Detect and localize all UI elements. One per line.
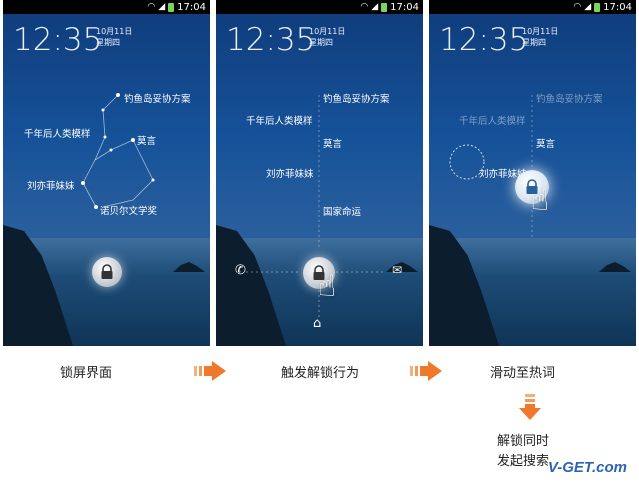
hotword[interactable]: 千年后人类模样: [459, 113, 526, 127]
result-line-1: 解锁同时: [497, 434, 550, 449]
phone-screen-lock: ◠ ◢ 17:04 12:35 10月11日 星期四 钓鱼岛妥协方案 千年后人类…: [3, 0, 210, 346]
message-icon[interactable]: ✉: [392, 263, 402, 277]
hotword[interactable]: 刘亦菲妹妹: [27, 178, 75, 192]
phone-icon[interactable]: ✆: [235, 263, 246, 278]
hotword[interactable]: 莫言: [137, 133, 156, 147]
caption-step-2: 触发解锁行为: [281, 366, 360, 381]
caption-step-1: 锁屏界面: [60, 366, 113, 381]
hotword[interactable]: 莫言: [536, 136, 555, 150]
constellation-lines: [81, 93, 155, 209]
hotword[interactable]: 莫言: [323, 136, 342, 150]
finger-hand-icon: ☝: [531, 183, 550, 218]
hotword[interactable]: 千年后人类模样: [24, 126, 91, 140]
hotword[interactable]: 刘亦菲妹妹: [266, 166, 314, 180]
hotword[interactable]: 钓鱼岛妥协方案: [323, 91, 390, 105]
watermark-logo: V-GET.com: [547, 459, 627, 476]
result-text: 解锁同时 发起搜索: [497, 432, 549, 472]
home-icon[interactable]: ⌂: [313, 316, 321, 331]
hotword[interactable]: 钓鱼岛妥协方案: [124, 91, 191, 105]
unlock-button[interactable]: [92, 257, 122, 287]
hotword[interactable]: 诺贝尔文学奖: [100, 203, 157, 217]
lock-icon: [101, 264, 113, 279]
phone-screen-slide-to-hotword: ◠ ◢ 17:04 12:35 10月11日 星期四 钓鱼岛妥协方案 千年后人类…: [429, 0, 636, 346]
stage: ◠ ◢ 17:04 12:35 10月11日 星期四 钓鱼岛妥协方案 千年后人类…: [0, 0, 639, 486]
result-line-2: 发起搜索: [497, 454, 550, 469]
phone-screen-unlock-trigger: ◠ ◢ 17:04 12:35 10月11日 星期四 钓鱼岛妥协方案 千年后人类…: [216, 0, 423, 346]
arrow-right-icon: [410, 361, 442, 381]
arrow-down-icon: [519, 394, 541, 420]
arrow-right-icon: [194, 361, 226, 381]
hotword[interactable]: 国家命运: [323, 204, 361, 218]
finger-hand-icon: ☝: [318, 269, 337, 304]
hotword[interactable]: 千年后人类模样: [246, 113, 313, 127]
hotword[interactable]: 钓鱼岛妥协方案: [536, 91, 603, 105]
caption-step-3: 滑动至热词: [490, 366, 556, 381]
